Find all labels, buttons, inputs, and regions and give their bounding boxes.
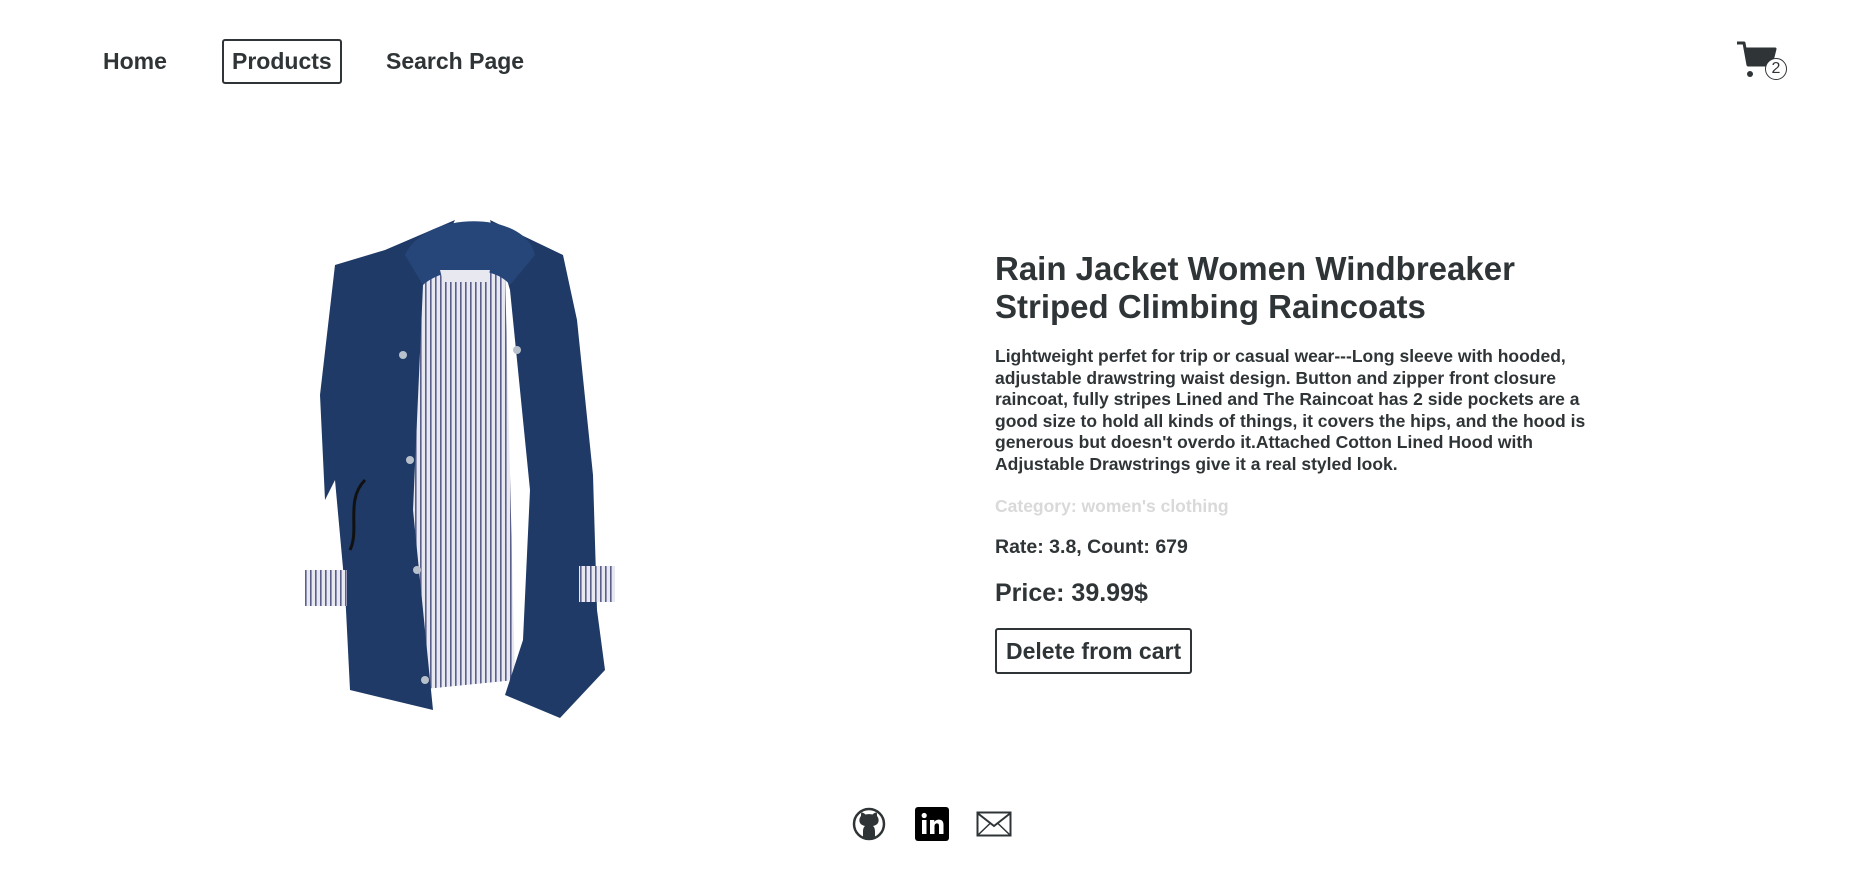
product-info: Rain Jacket Women Windbreaker Striped Cl… [995,250,1605,674]
product-title: Rain Jacket Women Windbreaker Striped Cl… [995,250,1515,325]
github-icon[interactable] [850,805,888,843]
product-image [305,210,619,730]
nav-search-link[interactable]: Search Page [386,39,524,84]
delete-from-cart-button[interactable]: Delete from cart [995,628,1193,674]
linkedin-icon[interactable] [913,805,951,843]
product-price: Price: 39.99$ [995,579,1148,607]
nav-home-link[interactable]: Home [103,39,167,84]
product-rating: Rate: 3.8, Count: 679 [995,536,1188,558]
top-nav: Home Products Search Page 2 [0,0,1853,120]
cart-button[interactable]: 2 [1735,38,1787,86]
mail-icon[interactable] [975,805,1013,843]
nav-products-link[interactable]: Products [222,39,342,84]
product-description: Lightweight perfet for trip or casual we… [995,346,1586,474]
product-category: Category: women's clothing [995,496,1229,516]
cart-count-badge: 2 [1765,58,1787,80]
footer [0,805,1853,845]
